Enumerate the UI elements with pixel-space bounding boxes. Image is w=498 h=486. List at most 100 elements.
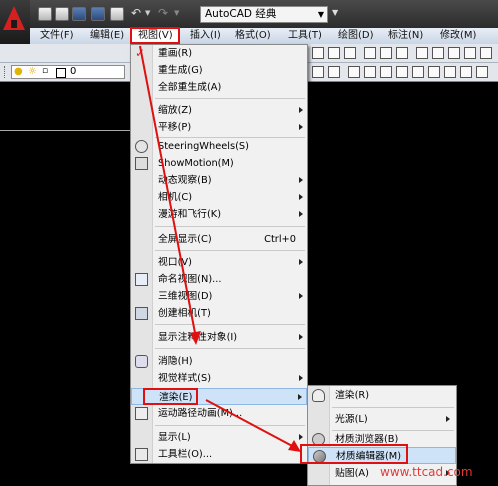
menu-item-regen[interactable]: 重生成(G) — [131, 62, 307, 79]
menu-item-motion-path[interactable]: 运动路径动画(M)... — [131, 405, 307, 422]
menu-item-create-camera[interactable]: 创建相机(T) — [131, 305, 307, 322]
open-file-icon[interactable] — [55, 7, 69, 21]
undo-icon[interactable]: ↶ — [131, 6, 141, 20]
teapot-render-icon — [312, 389, 325, 402]
shortcut-label: Ctrl+0 — [264, 234, 296, 245]
chevron-down-icon: ▼ — [317, 10, 324, 19]
menu-item-fullscreen[interactable]: 全屏显示(C) Ctrl+0 — [131, 231, 307, 248]
menu-item-visual-styles[interactable]: 视觉样式(S) — [131, 370, 307, 387]
menu-format[interactable]: 格式(O) — [235, 28, 271, 44]
submenu-item-lights[interactable]: 光源(L) — [308, 411, 456, 428]
menu-item-camera[interactable]: 相机(C) — [131, 189, 307, 206]
menu-dimension[interactable]: 标注(N) — [388, 28, 423, 44]
menu-separator — [155, 425, 305, 426]
title-bar: ↶ ▼ ↷ ▼ AutoCAD 经典 ▼ ▼ — [0, 0, 498, 28]
menu-item-display[interactable]: 显示(L) — [131, 429, 307, 446]
menu-file[interactable]: 文件(F) — [40, 28, 74, 44]
menu-tools[interactable]: 工具(T) — [288, 28, 322, 44]
toolbar-icon[interactable] — [416, 47, 428, 59]
workspace-select[interactable]: AutoCAD 经典 ▼ — [200, 6, 328, 23]
toolbar-icon[interactable] — [328, 47, 340, 59]
save-icon[interactable] — [72, 7, 86, 21]
toolbar-icon[interactable] — [380, 66, 392, 78]
view-menu: ✓ 重画(R) 重生成(G) 全部重生成(A) 缩放(Z) 平移(P) Stee… — [130, 44, 308, 464]
toolbar-icon[interactable] — [396, 66, 408, 78]
menu-item-viewports[interactable]: 视口(V) — [131, 254, 307, 271]
redo-icon[interactable]: ↷ — [158, 6, 168, 20]
menu-item-zoom[interactable]: 缩放(Z) — [131, 102, 307, 119]
submenu-item-render[interactable]: 渲染(R) — [308, 387, 456, 404]
menu-item-named-views[interactable]: 命名视图(N)... — [131, 271, 307, 288]
menu-bar: 文件(F) 编辑(E) 视图(V) 插入(I) 格式(O) 工具(T) 绘图(D… — [30, 27, 498, 45]
menu-item-hide[interactable]: 消隐(H) — [131, 353, 307, 370]
submenu-arrow-icon — [446, 416, 450, 422]
undo-dropdown-icon[interactable]: ▼ — [145, 9, 150, 17]
watermark: www.ttcad.com — [380, 465, 473, 479]
toolbar-icon[interactable] — [412, 66, 424, 78]
toolbar-icon[interactable] — [464, 47, 476, 59]
color-swatch-icon — [56, 68, 66, 78]
submenu-arrow-icon — [298, 394, 302, 400]
submenu-arrow-icon — [299, 293, 303, 299]
drawing-line — [0, 130, 135, 131]
menu-item-toolbars[interactable]: 工具栏(O)... — [131, 446, 307, 463]
toolbar-icon[interactable] — [312, 47, 324, 59]
customize-dropdown-icon[interactable]: ▼ — [332, 8, 338, 17]
toolbar-icon[interactable] — [364, 47, 376, 59]
menu-draw[interactable]: 绘图(D) — [338, 28, 374, 44]
toolbar-icon[interactable] — [448, 47, 460, 59]
toolbar-icon[interactable] — [460, 66, 472, 78]
menu-item-orbit[interactable]: 动态观察(B) — [131, 172, 307, 189]
print-icon[interactable] — [110, 7, 124, 21]
toolbar-icon[interactable] — [444, 66, 456, 78]
toolbar-icon[interactable] — [480, 47, 492, 59]
menu-separator — [332, 407, 454, 408]
motion-path-icon — [135, 407, 148, 420]
submenu-arrow-icon — [299, 211, 303, 217]
toolbar-icon[interactable] — [348, 66, 360, 78]
save-as-icon[interactable] — [91, 7, 105, 21]
menu-edit[interactable]: 编辑(E) — [90, 28, 124, 44]
toolbar-icon[interactable] — [344, 47, 356, 59]
redo-dropdown-icon[interactable]: ▼ — [174, 9, 179, 17]
submenu-arrow-icon — [299, 434, 303, 440]
submenu-arrow-icon — [299, 194, 303, 200]
materials-editor-highlight — [300, 444, 408, 464]
redraw-icon: ✓ — [135, 46, 146, 60]
layer-select[interactable]: ● ☼ ▫ 0 — [11, 65, 125, 79]
submenu-arrow-icon — [299, 259, 303, 265]
menu-item-showmotion[interactable]: ShowMotion(M) — [131, 155, 307, 172]
menu-item-3d-views[interactable]: 三维视图(D) — [131, 288, 307, 305]
menu-view[interactable]: 视图(V) — [138, 28, 173, 44]
menu-item-walk-fly[interactable]: 漫游和飞行(K) — [131, 206, 307, 223]
menu-modify[interactable]: 修改(M) — [440, 28, 476, 44]
toolbar-icon[interactable] — [428, 66, 440, 78]
new-file-icon[interactable] — [38, 7, 52, 21]
toolbar-icon[interactable] — [364, 66, 376, 78]
menu-item-redraw[interactable]: ✓ 重画(R) — [131, 45, 307, 62]
menu-insert[interactable]: 插入(I) — [190, 28, 221, 44]
toolbar-icon[interactable] — [328, 66, 340, 78]
lightbulb-icon: ● — [14, 66, 23, 77]
submenu-arrow-icon — [299, 177, 303, 183]
toolbar-icon[interactable] — [432, 47, 444, 59]
menu-separator — [155, 250, 305, 251]
menu-item-pan[interactable]: 平移(P) — [131, 119, 307, 136]
showmotion-icon — [135, 157, 148, 170]
toolbars-icon — [135, 448, 148, 461]
menu-item-regen-all[interactable]: 全部重生成(A) — [131, 79, 307, 96]
menu-item-annotative-objects[interactable]: 显示注释性对象(I) — [131, 329, 307, 346]
toolbar-icon[interactable] — [380, 47, 392, 59]
application-menu-button[interactable] — [0, 0, 30, 44]
workspace-label: AutoCAD 经典 — [205, 8, 277, 20]
unlocked-icon: ▫ — [42, 66, 49, 76]
steering-wheel-icon — [135, 140, 148, 153]
menu-separator — [155, 324, 305, 325]
toolbar-icon[interactable] — [312, 66, 324, 78]
menu-item-steeringwheels[interactable]: SteeringWheels(S) — [131, 138, 307, 155]
logo-notch — [11, 20, 17, 28]
submenu-arrow-icon — [299, 124, 303, 130]
toolbar-icon[interactable] — [396, 47, 408, 59]
toolbar-icon[interactable] — [476, 66, 488, 78]
toolbar-grip[interactable] — [4, 66, 8, 78]
